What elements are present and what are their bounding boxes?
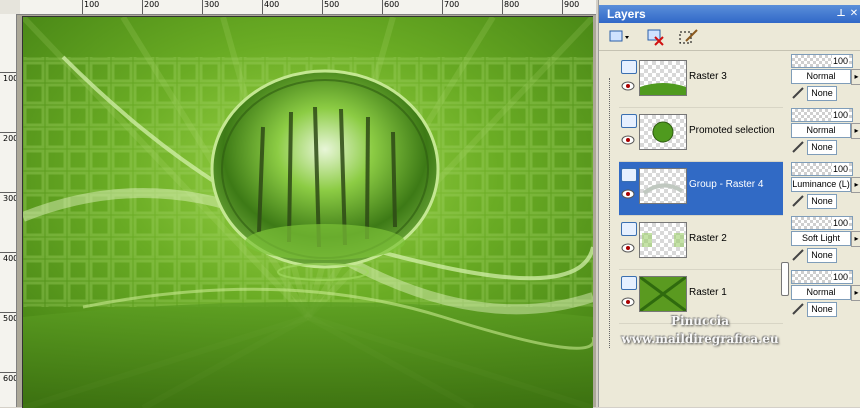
layer-thumbnail — [639, 60, 687, 96]
layer-row[interactable]: Raster 3 — [619, 54, 783, 108]
watermark: Pinuccia www.maildiregrafica.eu — [600, 312, 800, 348]
ruler-label: 500 — [324, 0, 340, 9]
layer-name: Raster 2 — [689, 233, 727, 244]
eye-icon[interactable] — [621, 189, 635, 199]
layer-properties-row: 100 Normal ▸ None — [789, 54, 860, 106]
palette-toolbar — [599, 24, 860, 51]
composite-artwork — [23, 17, 593, 408]
eye-icon[interactable] — [621, 297, 635, 307]
palette-title: Layers — [607, 7, 646, 21]
ruler-label: 300 — [204, 0, 220, 9]
brush-icon — [792, 141, 804, 153]
mask-select[interactable]: None — [807, 248, 837, 263]
ruler-label: 800 — [504, 0, 520, 9]
opacity-value: 100 — [831, 55, 849, 67]
pin-icon[interactable]: ⊥ — [835, 7, 847, 20]
layer-thumbnail — [639, 168, 687, 204]
image-canvas[interactable] — [22, 16, 593, 408]
opacity-slider[interactable]: 100 — [791, 270, 853, 284]
layer-type-icon — [621, 276, 637, 290]
watermark-name: Pinuccia — [671, 314, 729, 328]
opacity-slider[interactable]: 100 — [791, 162, 853, 176]
mask-select[interactable]: None — [807, 302, 837, 317]
layer-properties: 100 Normal ▸ None 100 Normal ▸ None 100 … — [789, 54, 860, 324]
layer-type-icon — [621, 168, 637, 182]
splitter-handle[interactable] — [781, 262, 789, 296]
ruler-label: 600 — [384, 0, 400, 9]
layer-type-icon — [621, 222, 637, 236]
opacity-slider[interactable]: 100 — [791, 108, 853, 122]
layer-properties-row: 100 Luminance (L) ▸ None — [789, 162, 860, 214]
layer-thumbnail — [639, 222, 687, 258]
vertical-ruler: 100 200 300 400 500 600 — [0, 14, 17, 407]
horizontal-ruler: 100 200 300 400 500 600 700 800 900 — [20, 0, 596, 15]
group-bracket — [609, 78, 616, 348]
layer-name: Raster 1 — [689, 287, 727, 298]
edit-selection-icon — [679, 29, 698, 44]
ruler-label: 200 — [144, 0, 160, 9]
layer-list: Raster 3 Promoted selection Group - Rast… — [605, 54, 783, 348]
ruler-label: 100 — [3, 74, 17, 83]
chevron-right-icon[interactable]: ▸ — [851, 69, 860, 85]
opacity-value: 100 — [831, 271, 849, 283]
ruler-label: 300 — [3, 194, 17, 203]
blend-mode-select[interactable]: Soft Light — [791, 231, 851, 246]
opacity-slider[interactable]: 100 — [791, 216, 853, 230]
brush-icon — [792, 249, 804, 261]
mask-select[interactable]: None — [807, 194, 837, 209]
layer-type-icon — [621, 60, 637, 74]
ruler-label: 500 — [3, 314, 17, 323]
chevron-right-icon[interactable]: ▸ — [851, 231, 860, 247]
ruler-corner — [0, 0, 20, 15]
chevron-right-icon[interactable]: ▸ — [851, 177, 860, 193]
layer-thumbnail — [639, 114, 687, 150]
blend-mode-select[interactable]: Luminance (L) — [791, 177, 851, 192]
edit-selection-button[interactable] — [677, 27, 701, 47]
new-layer-button[interactable] — [607, 27, 631, 47]
blend-mode-select[interactable]: Normal — [791, 285, 851, 300]
eye-icon[interactable] — [621, 243, 635, 253]
ruler-label: 100 — [84, 0, 100, 9]
ruler-label: 200 — [3, 134, 17, 143]
layer-name: Group - Raster 4 — [689, 179, 764, 190]
close-icon[interactable]: ✕ — [848, 7, 860, 20]
ruler-label: 400 — [3, 254, 17, 263]
layer-thumbnail — [639, 276, 687, 312]
ruler-label: 700 — [444, 0, 460, 9]
ruler-label: 600 — [3, 374, 17, 383]
opacity-value: 100 — [831, 217, 849, 229]
brush-icon — [792, 195, 804, 207]
opacity-slider[interactable]: 100 — [791, 54, 853, 68]
eye-icon[interactable] — [621, 135, 635, 145]
layer-name: Promoted selection — [689, 125, 775, 136]
blend-mode-select[interactable]: Normal — [791, 123, 851, 138]
layer-properties-row: 100 Soft Light ▸ None — [789, 216, 860, 268]
delete-layer-icon — [647, 29, 664, 46]
ruler-label: 400 — [264, 0, 280, 9]
layer-name: Raster 3 — [689, 71, 727, 82]
layer-type-icon — [621, 114, 637, 128]
layer-row[interactable]: Raster 2 — [619, 216, 783, 270]
chevron-right-icon[interactable]: ▸ — [851, 285, 860, 301]
opacity-value: 100 — [831, 109, 849, 121]
canvas-area: 100 200 300 400 500 600 700 800 900 100 … — [0, 0, 596, 408]
mask-select[interactable]: None — [807, 140, 837, 155]
layer-row[interactable]: Promoted selection — [619, 108, 783, 162]
watermark-url: www.maildiregrafica.eu — [621, 332, 779, 346]
palette-titlebar[interactable]: Layers ⊥ ✕ — [599, 5, 860, 23]
eye-icon[interactable] — [621, 81, 635, 91]
layer-row-selected[interactable]: Group - Raster 4 — [619, 162, 783, 216]
chevron-right-icon[interactable]: ▸ — [851, 123, 860, 139]
ruler-label: 900 — [564, 0, 580, 9]
brush-icon — [792, 87, 804, 99]
mask-select[interactable]: None — [807, 86, 837, 101]
layer-properties-row: 100 Normal ▸ None — [789, 108, 860, 160]
opacity-value: 100 — [831, 163, 849, 175]
blend-mode-select[interactable]: Normal — [791, 69, 851, 84]
delete-layer-button[interactable] — [645, 27, 669, 47]
new-layer-icon — [609, 30, 629, 42]
